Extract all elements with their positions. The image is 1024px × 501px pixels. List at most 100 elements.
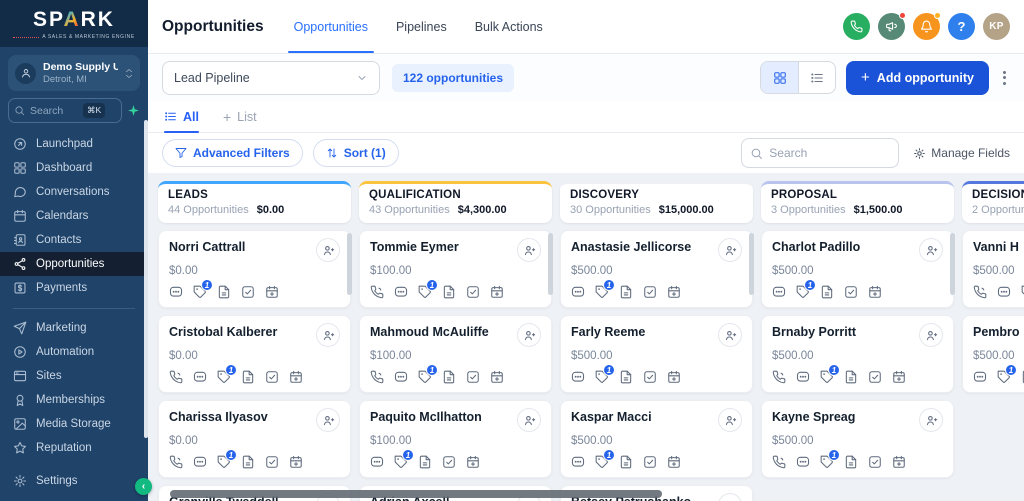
assign-owner-icon[interactable]: [718, 493, 742, 501]
tag-icon[interactable]: 1: [418, 279, 438, 299]
notes-icon[interactable]: [619, 370, 633, 384]
calendar-add-icon[interactable]: [667, 285, 681, 299]
opportunity-card[interactable]: Cristobal Kalberer $0.00 1: [158, 315, 351, 393]
advanced-filters-button[interactable]: Advanced Filters: [162, 139, 303, 167]
phone-icon[interactable]: [370, 370, 384, 384]
tab-opportunities[interactable]: Opportunities: [287, 0, 375, 53]
message-icon[interactable]: [571, 370, 585, 384]
tasks-icon[interactable]: [643, 285, 657, 299]
sidebar-item-settings[interactable]: Settings: [0, 469, 148, 493]
add-opportunity-button[interactable]: + Add opportunity: [846, 60, 989, 95]
sidebar-search-input[interactable]: [30, 104, 78, 117]
assign-owner-icon[interactable]: [718, 238, 742, 262]
opportunity-card[interactable]: Kayne Spreag $500.00 1: [761, 400, 954, 478]
opportunity-card[interactable]: Brnaby Porritt $500.00 1: [761, 315, 954, 393]
tasks-icon[interactable]: [643, 370, 657, 384]
tag-icon[interactable]: 1: [997, 364, 1017, 384]
notifications-button[interactable]: [913, 12, 941, 40]
message-icon[interactable]: [997, 285, 1011, 299]
notes-icon[interactable]: [820, 285, 834, 299]
tasks-icon[interactable]: [643, 455, 657, 469]
sidebar-item-reputation[interactable]: Reputation: [0, 436, 148, 460]
message-icon[interactable]: [193, 370, 207, 384]
notes-icon[interactable]: [442, 370, 456, 384]
announcements-button[interactable]: [878, 12, 906, 40]
notes-icon[interactable]: [619, 455, 633, 469]
phone-icon[interactable]: [370, 285, 384, 299]
ai-spark-icon[interactable]: [127, 104, 140, 117]
sidebar-item-contacts[interactable]: Contacts: [0, 228, 148, 252]
sort-button[interactable]: Sort (1): [312, 139, 399, 167]
opportunity-card[interactable]: Tommie Eymer $100.00 1: [359, 230, 552, 308]
user-avatar[interactable]: KP: [983, 13, 1010, 40]
assign-owner-icon[interactable]: [517, 238, 541, 262]
assign-owner-icon[interactable]: [517, 323, 541, 347]
tag-icon[interactable]: 1: [796, 279, 816, 299]
tag-icon[interactable]: 1: [418, 364, 438, 384]
tag-icon[interactable]: 1: [217, 364, 237, 384]
opportunity-card[interactable]: Anastasie Jellicorse $500.00 1: [560, 230, 753, 308]
column-scrollbar[interactable]: [347, 233, 352, 295]
sidebar-item-dashboard[interactable]: Dashboard: [0, 156, 148, 180]
list-view-button[interactable]: [798, 62, 835, 93]
grid-view-button[interactable]: [761, 62, 799, 93]
tag-icon[interactable]: 1: [820, 364, 840, 384]
account-switcher[interactable]: Demo Supply USA Detroit, MI: [8, 55, 140, 91]
calendar-add-icon[interactable]: [289, 370, 303, 384]
opportunity-card[interactable]: Norri Cattrall $0.00 1: [158, 230, 351, 308]
message-icon[interactable]: [193, 455, 207, 469]
calendar-add-icon[interactable]: [265, 285, 279, 299]
assign-owner-icon[interactable]: [718, 408, 742, 432]
notes-icon[interactable]: [844, 370, 858, 384]
horizontal-scrollbar[interactable]: [170, 490, 662, 498]
sidebar-item-conversations[interactable]: Conversations: [0, 180, 148, 204]
calendar-add-icon[interactable]: [892, 455, 906, 469]
tasks-icon[interactable]: [466, 285, 480, 299]
calendar-add-icon[interactable]: [289, 455, 303, 469]
tasks-icon[interactable]: [241, 285, 255, 299]
assign-owner-icon[interactable]: [316, 238, 340, 262]
tasks-icon[interactable]: [868, 370, 882, 384]
opportunity-card[interactable]: Charissa Ilyasov $0.00 1: [158, 400, 351, 478]
calendar-add-icon[interactable]: [466, 455, 480, 469]
sidebar-item-sites[interactable]: Sites: [0, 364, 148, 388]
opportunity-card[interactable]: Farly Reeme $500.00 1: [560, 315, 753, 393]
tasks-icon[interactable]: [265, 370, 279, 384]
opportunity-card[interactable]: Paquito McIlhatton $100.00 1: [359, 400, 552, 478]
notes-icon[interactable]: [418, 455, 432, 469]
opportunity-card[interactable]: Pembro $500.00 1: [962, 315, 1024, 393]
message-icon[interactable]: [394, 285, 408, 299]
message-icon[interactable]: [796, 455, 810, 469]
tag-icon[interactable]: 1: [394, 449, 414, 469]
assign-owner-icon[interactable]: [919, 238, 943, 262]
sidebar-item-automation[interactable]: Automation: [0, 340, 148, 364]
tasks-icon[interactable]: [265, 455, 279, 469]
phone-icon[interactable]: [169, 370, 183, 384]
tag-icon[interactable]: 1: [217, 449, 237, 469]
tab-bulk-actions[interactable]: Bulk Actions: [475, 0, 543, 53]
opportunity-card[interactable]: Mahmoud McAuliffe $100.00 1: [359, 315, 552, 393]
message-icon[interactable]: [169, 285, 183, 299]
pipeline-select[interactable]: Lead Pipeline: [162, 60, 380, 95]
more-options-button[interactable]: [999, 67, 1010, 89]
calendar-add-icon[interactable]: [868, 285, 882, 299]
opportunity-card[interactable]: Charlot Padillo $500.00 1: [761, 230, 954, 308]
message-icon[interactable]: [394, 370, 408, 384]
calendar-add-icon[interactable]: [490, 370, 504, 384]
assign-owner-icon[interactable]: [919, 323, 943, 347]
column-scrollbar[interactable]: [548, 233, 553, 295]
assign-owner-icon[interactable]: [517, 408, 541, 432]
notes-icon[interactable]: [241, 455, 255, 469]
notes-icon[interactable]: [217, 285, 231, 299]
sidebar-item-launchpad[interactable]: Launchpad: [0, 132, 148, 156]
notes-icon[interactable]: [241, 370, 255, 384]
notes-icon[interactable]: [619, 285, 633, 299]
assign-owner-icon[interactable]: [316, 323, 340, 347]
sidebar-item-payments[interactable]: Payments: [0, 276, 148, 300]
notes-icon[interactable]: [844, 455, 858, 469]
sidebar-item-memberships[interactable]: Memberships: [0, 388, 148, 412]
tag-icon[interactable]: 1: [595, 279, 615, 299]
message-icon[interactable]: [571, 285, 585, 299]
tab-pipelines[interactable]: Pipelines: [396, 0, 447, 53]
calendar-add-icon[interactable]: [667, 370, 681, 384]
